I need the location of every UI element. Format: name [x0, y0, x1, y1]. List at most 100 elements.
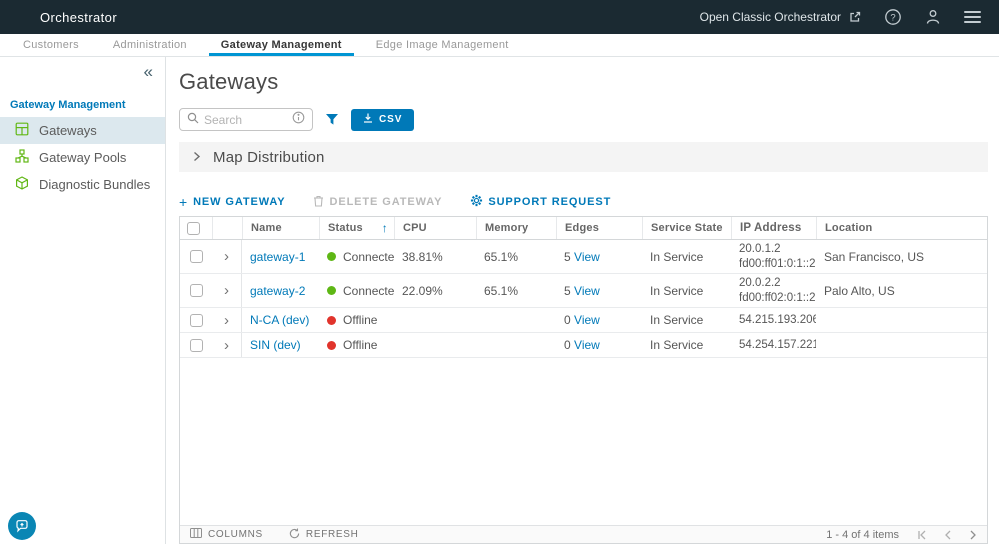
gateway-name-link[interactable]: N-CA (dev) — [250, 313, 309, 327]
service-state: In Service — [642, 333, 731, 357]
svg-text:?: ? — [890, 12, 895, 23]
menu-icon[interactable] — [964, 11, 981, 23]
sidebar-item-label: Gateway Pools — [39, 150, 126, 165]
main-content: Gateways — [166, 57, 999, 544]
tab-administration[interactable]: Administration — [96, 34, 204, 56]
sidebar: « Gateway Management Gateways Gateway Po… — [0, 57, 166, 544]
column-header-status[interactable]: Status ↑ — [319, 217, 394, 239]
edges-view-link[interactable]: View — [574, 338, 600, 352]
row-expand-icon[interactable]: › — [224, 313, 229, 328]
sidebar-collapse-icon[interactable]: « — [144, 63, 153, 80]
trash-icon — [313, 195, 324, 210]
cpu-value: 38.81% — [394, 240, 476, 273]
search-input[interactable] — [204, 113, 287, 127]
columns-button[interactable]: COLUMNS — [190, 528, 263, 541]
table-row: › N-CA (dev) Offline 0 View In Service 5… — [180, 308, 987, 333]
search-box — [179, 108, 313, 131]
user-icon[interactable] — [924, 8, 942, 26]
plus-icon: + — [179, 195, 188, 209]
gateway-name-link[interactable]: gateway-1 — [250, 250, 305, 264]
cpu-value: 22.09% — [394, 274, 476, 307]
edges-count: 0 — [564, 313, 571, 327]
sidebar-item-label: Gateways — [39, 123, 97, 138]
app-title: Orchestrator — [40, 10, 117, 25]
row-checkbox[interactable] — [190, 339, 203, 352]
expand-column-header — [212, 217, 242, 239]
table-actions: + NEW GATEWAY DELETE GATEWAY — [179, 194, 988, 210]
sidebar-item-gateways[interactable]: Gateways — [0, 117, 165, 144]
csv-button[interactable]: CSV — [351, 109, 414, 131]
search-icon — [187, 111, 199, 129]
service-state: In Service — [642, 308, 731, 332]
items-range: 1 - 4 of 4 items — [826, 529, 899, 541]
column-header-edges[interactable]: Edges — [556, 217, 642, 239]
service-state: In Service — [642, 240, 731, 273]
row-checkbox[interactable] — [190, 284, 203, 297]
status-dot — [327, 286, 336, 295]
edges-view-link[interactable]: View — [574, 313, 600, 327]
select-all-checkbox[interactable] — [187, 222, 200, 235]
gateways-icon — [15, 122, 29, 139]
tab-customers[interactable]: Customers — [6, 34, 96, 56]
delete-gateway-button[interactable]: DELETE GATEWAY — [313, 195, 442, 210]
page-title: Gateways — [179, 69, 988, 95]
tab-edge-image-management[interactable]: Edge Image Management — [359, 34, 526, 56]
column-header-name[interactable]: Name — [242, 217, 319, 239]
row-expand-icon[interactable]: › — [224, 249, 229, 264]
memory-value: 65.1% — [476, 274, 556, 307]
memory-value: 65.1% — [476, 240, 556, 273]
edges-view-link[interactable]: View — [574, 250, 600, 264]
help-icon[interactable]: ? — [884, 8, 902, 26]
refresh-button[interactable]: REFRESH — [289, 528, 359, 542]
chat-feedback-icon[interactable] — [8, 512, 36, 540]
edges-count: 0 — [564, 338, 571, 352]
location-value: Palo Alto, US — [816, 274, 987, 307]
location-value — [816, 308, 987, 332]
new-gateway-button[interactable]: + NEW GATEWAY — [179, 195, 285, 209]
row-expand-icon[interactable]: › — [224, 338, 229, 353]
status-dot — [327, 316, 336, 325]
next-page-icon[interactable] — [969, 530, 977, 540]
sidebar-section-title: Gateway Management — [10, 99, 165, 111]
open-classic-orchestrator-link[interactable]: Open Classic Orchestrator — [700, 10, 862, 24]
gateway-name-link[interactable]: gateway-2 — [250, 284, 305, 298]
table-header-row: Name Status ↑ CPU Memory Edges Service S… — [180, 217, 987, 240]
column-header-ip-address[interactable]: IP Address — [731, 217, 816, 239]
top-bar: Orchestrator Open Classic Orchestrator ? — [0, 0, 999, 34]
service-state: In Service — [642, 274, 731, 307]
edges-count: 5 — [564, 284, 571, 298]
column-header-cpu[interactable]: CPU — [394, 217, 476, 239]
support-request-button[interactable]: SUPPORT REQUEST — [470, 194, 611, 210]
sidebar-item-gateway-pools[interactable]: Gateway Pools — [0, 144, 165, 171]
table-row: › SIN (dev) Offline 0 View In Service 54… — [180, 333, 987, 358]
table-empty-space — [180, 358, 987, 525]
sort-ascending-icon[interactable]: ↑ — [382, 221, 388, 235]
first-page-icon[interactable] — [917, 530, 927, 540]
row-expand-icon[interactable]: › — [224, 283, 229, 298]
ip-address: 20.0.2.2fd00:ff02:0:1::2 — [731, 274, 816, 307]
row-checkbox[interactable] — [190, 314, 203, 327]
location-value — [816, 333, 987, 357]
edges-view-link[interactable]: View — [574, 284, 600, 298]
map-distribution-title: Map Distribution — [213, 149, 325, 166]
column-header-location[interactable]: Location — [816, 217, 987, 239]
previous-page-icon[interactable] — [944, 530, 952, 540]
map-distribution-panel[interactable]: Map Distribution — [179, 142, 988, 172]
ip-address: 54.215.193.206 — [731, 308, 816, 332]
columns-icon — [190, 528, 202, 541]
table-footer: COLUMNS REFRESH 1 - 4 of 4 items — [180, 525, 987, 543]
column-header-service-state[interactable]: Service State — [642, 217, 731, 239]
tab-gateway-management[interactable]: Gateway Management — [204, 34, 359, 56]
sidebar-item-diagnostic-bundles[interactable]: Diagnostic Bundles — [0, 171, 165, 198]
toolbar: CSV — [179, 108, 988, 131]
cpu-value — [394, 333, 476, 357]
row-checkbox[interactable] — [190, 250, 203, 263]
filter-icon[interactable] — [323, 113, 341, 126]
gateway-name-link[interactable]: SIN (dev) — [250, 338, 301, 352]
info-icon[interactable] — [292, 111, 305, 129]
refresh-icon — [289, 528, 300, 542]
external-link-icon — [848, 10, 862, 24]
primary-tabs: Customers Administration Gateway Managem… — [0, 34, 999, 57]
column-header-memory[interactable]: Memory — [476, 217, 556, 239]
gear-icon — [470, 194, 483, 210]
